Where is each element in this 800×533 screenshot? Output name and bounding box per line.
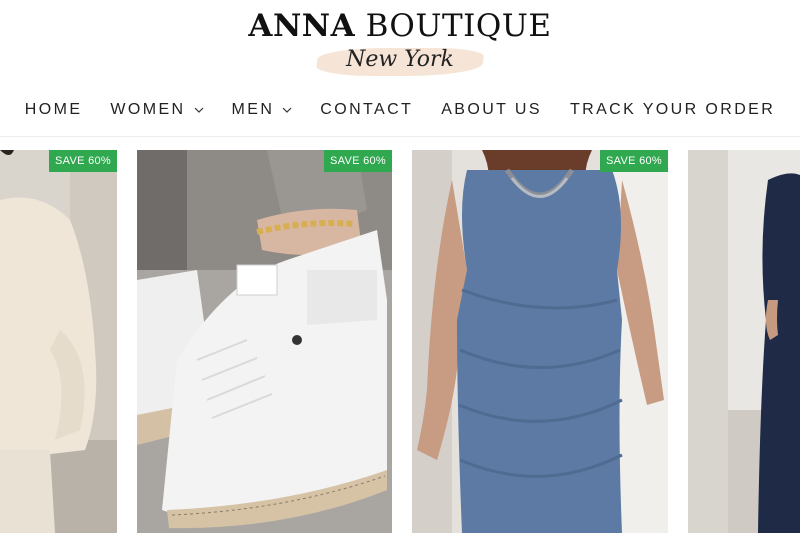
discount-badge: SAVE 60% — [48, 150, 117, 172]
product-card[interactable]: SAVE 60% — [412, 150, 668, 533]
product-image-dress — [412, 150, 668, 533]
nav-about-us-label: ABOUT US — [441, 101, 542, 118]
nav-contact-label: CONTACT — [320, 101, 414, 118]
product-image-sneaker — [137, 150, 392, 533]
brand-logo[interactable]: ANNA BOUTIQUE New York — [0, 8, 800, 80]
nav-contact[interactable]: CONTACT — [320, 98, 413, 122]
brand-tagline: New York — [346, 47, 454, 72]
header-divider — [0, 136, 800, 137]
discount-badge: SAVE 60% — [323, 150, 392, 172]
product-image-navy-outfit — [688, 150, 800, 533]
product-card[interactable] — [688, 150, 800, 533]
brand-name-bold: ANNA — [248, 8, 356, 44]
product-image-sweater — [0, 150, 117, 533]
nav-men-label: MEN — [231, 101, 275, 118]
nav-home-label: HOME — [24, 101, 83, 118]
chevron-down-icon — [282, 107, 292, 113]
nav-men[interactable]: MEN — [232, 98, 293, 122]
discount-badge: SAVE 60% — [599, 150, 668, 172]
nav-about-us[interactable]: ABOUT US — [441, 98, 542, 122]
main-nav: HOME WOMEN MEN CONTACT ABOUT US TRACK YO… — [0, 98, 800, 122]
chevron-down-icon — [194, 107, 203, 113]
nav-track-order[interactable]: TRACK YOUR ORDER — [570, 98, 775, 122]
product-card[interactable]: SAVE 60% — [0, 150, 117, 533]
product-card[interactable]: SAVE 60% — [137, 150, 392, 533]
site-header: ANNA BOUTIQUE New York HOME WOMEN MEN CO… — [0, 0, 800, 137]
nav-women-label: WOMEN — [110, 101, 186, 118]
brand-name-rest: BOUTIQUE — [365, 8, 552, 44]
nav-women[interactable]: WOMEN — [110, 98, 203, 122]
nav-home[interactable]: HOME — [25, 98, 83, 122]
nav-track-order-label: TRACK YOUR ORDER — [569, 101, 776, 118]
